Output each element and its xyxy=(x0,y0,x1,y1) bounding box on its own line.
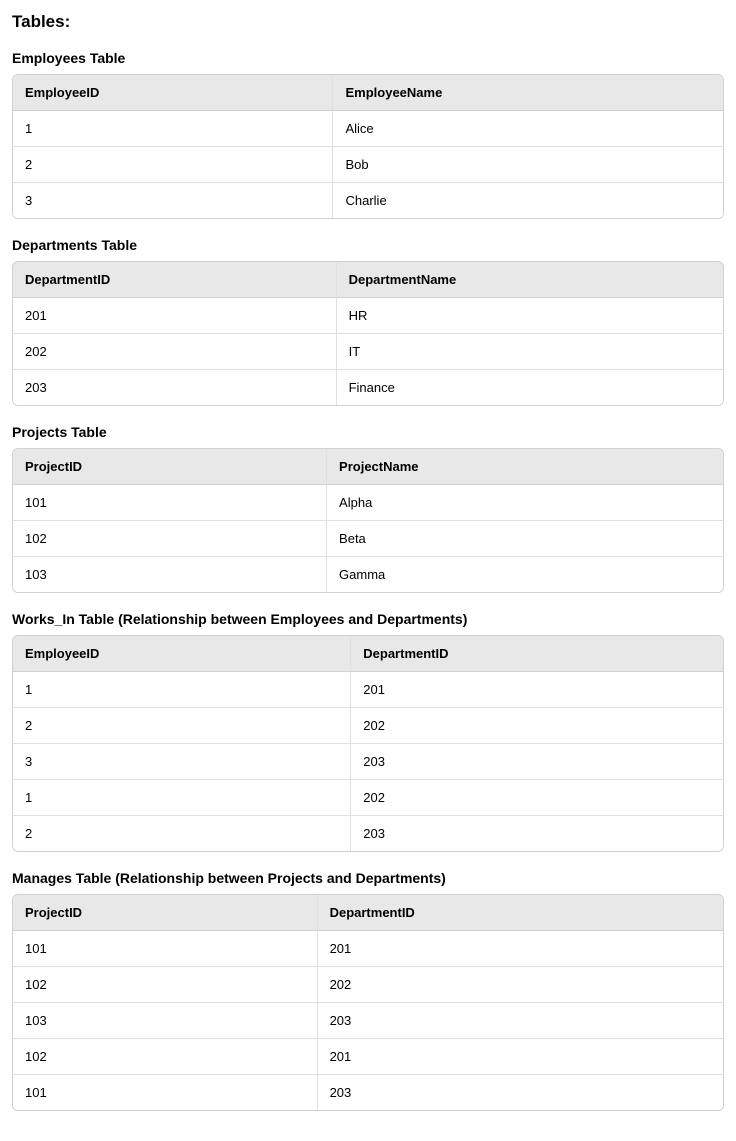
table-cell: Alice xyxy=(333,111,723,147)
table-cell: IT xyxy=(337,334,723,370)
column-header: DepartmentID xyxy=(13,262,337,298)
tables-container: Employees TableEmployeeIDEmployeeName1Al… xyxy=(12,50,724,1111)
table-row: 3Charlie xyxy=(13,183,723,218)
table-cell: Beta xyxy=(327,521,723,557)
table-header-row: EmployeeIDEmployeeName xyxy=(13,75,723,111)
column-header: DepartmentID xyxy=(318,895,723,931)
table-row: 2Bob xyxy=(13,147,723,183)
table-cell: 3 xyxy=(13,183,333,218)
table-section: Employees Table EmployeeIDEmployeeName1Al… xyxy=(12,50,724,219)
table-cell: Bob xyxy=(333,147,723,183)
table-section: Projects Table ProjectIDProjectName101Alp… xyxy=(12,424,724,593)
table-cell: 1 xyxy=(13,111,333,147)
table-cell: 102 xyxy=(13,1039,318,1075)
table-header-row: EmployeeIDDepartmentID xyxy=(13,636,723,672)
table-cell: 102 xyxy=(13,967,318,1003)
table-row: 3203 xyxy=(13,744,723,780)
table-cell: 3 xyxy=(13,744,351,780)
table-cell: 103 xyxy=(13,1003,318,1039)
table-cell: 202 xyxy=(318,967,723,1003)
table-header-row: ProjectIDProjectName xyxy=(13,449,723,485)
table-row: 103203 xyxy=(13,1003,723,1039)
table-cell: 203 xyxy=(351,816,723,851)
page-title: Tables: xyxy=(12,12,724,32)
table-title: Projects Table xyxy=(12,424,724,440)
column-header: ProjectID xyxy=(13,449,327,485)
table-title: Works_In Table (Relationship between Emp… xyxy=(12,611,724,627)
table-title: Manages Table (Relationship between Proj… xyxy=(12,870,724,886)
table-cell: 201 xyxy=(318,1039,723,1075)
table-row: 1202 xyxy=(13,780,723,816)
table-cell: 101 xyxy=(13,485,327,521)
table-cell: HR xyxy=(337,298,723,334)
table-cell: 103 xyxy=(13,557,327,592)
table-title: Departments Table xyxy=(12,237,724,253)
data-table: EmployeeIDDepartmentID120122023203120222… xyxy=(12,635,724,852)
column-header: DepartmentID xyxy=(351,636,723,672)
column-header: ProjectName xyxy=(327,449,723,485)
column-header: ProjectID xyxy=(13,895,318,931)
table-cell: Alpha xyxy=(327,485,723,521)
table-cell: 2 xyxy=(13,147,333,183)
table-title: Employees Table xyxy=(12,50,724,66)
column-header: DepartmentName xyxy=(337,262,723,298)
table-row: 102201 xyxy=(13,1039,723,1075)
data-table: ProjectIDProjectName101Alpha102Beta103Ga… xyxy=(12,448,724,593)
table-row: 2203 xyxy=(13,816,723,851)
table-cell: 203 xyxy=(13,370,337,405)
table-row: 102202 xyxy=(13,967,723,1003)
table-cell: 101 xyxy=(13,931,318,967)
table-cell: 202 xyxy=(351,780,723,816)
table-cell: 203 xyxy=(318,1075,723,1110)
table-row: 101201 xyxy=(13,931,723,967)
data-table: EmployeeIDEmployeeName1Alice2Bob3Charlie xyxy=(12,74,724,219)
table-cell: 203 xyxy=(351,744,723,780)
table-cell: 203 xyxy=(318,1003,723,1039)
column-header: EmployeeName xyxy=(333,75,723,111)
table-row: 101203 xyxy=(13,1075,723,1110)
table-row: 103Gamma xyxy=(13,557,723,592)
table-cell: 202 xyxy=(351,708,723,744)
table-cell: 201 xyxy=(351,672,723,708)
table-cell: 202 xyxy=(13,334,337,370)
table-header-row: DepartmentIDDepartmentName xyxy=(13,262,723,298)
table-row: 1Alice xyxy=(13,111,723,147)
table-row: 102Beta xyxy=(13,521,723,557)
table-cell: 102 xyxy=(13,521,327,557)
table-section: Manages Table (Relationship between Proj… xyxy=(12,870,724,1111)
column-header: EmployeeID xyxy=(13,636,351,672)
table-cell: 101 xyxy=(13,1075,318,1110)
table-row: 101Alpha xyxy=(13,485,723,521)
table-cell: Gamma xyxy=(327,557,723,592)
table-cell: 2 xyxy=(13,816,351,851)
table-row: 1201 xyxy=(13,672,723,708)
data-table: DepartmentIDDepartmentName201HR202IT203F… xyxy=(12,261,724,406)
table-row: 202IT xyxy=(13,334,723,370)
table-cell: 1 xyxy=(13,780,351,816)
table-cell: Charlie xyxy=(333,183,723,218)
table-cell: 2 xyxy=(13,708,351,744)
data-table: ProjectIDDepartmentID1012011022021032031… xyxy=(12,894,724,1111)
table-cell: 201 xyxy=(13,298,337,334)
table-row: 203Finance xyxy=(13,370,723,405)
table-cell: 1 xyxy=(13,672,351,708)
table-section: Departments Table DepartmentIDDepartmentN… xyxy=(12,237,724,406)
table-cell: Finance xyxy=(337,370,723,405)
table-row: 201HR xyxy=(13,298,723,334)
column-header: EmployeeID xyxy=(13,75,333,111)
table-row: 2202 xyxy=(13,708,723,744)
table-section: Works_In Table (Relationship between Emp… xyxy=(12,611,724,852)
table-header-row: ProjectIDDepartmentID xyxy=(13,895,723,931)
table-cell: 201 xyxy=(318,931,723,967)
